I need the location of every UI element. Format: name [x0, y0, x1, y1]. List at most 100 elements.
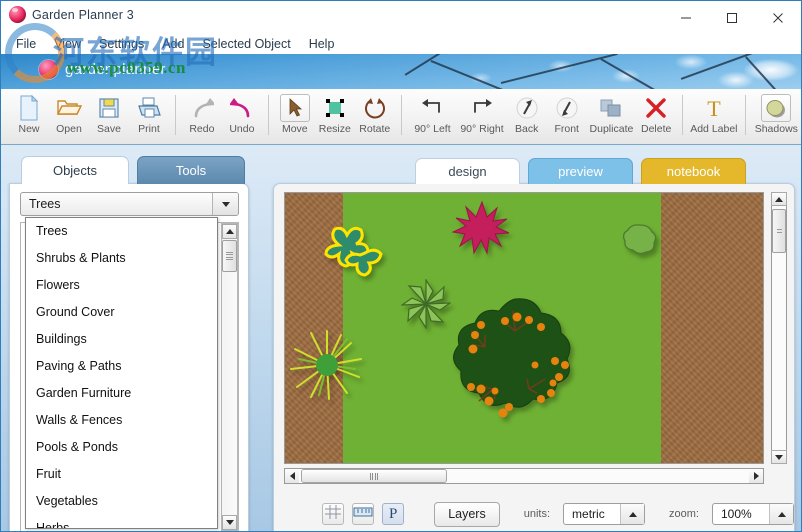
- scroll-right-arrow-icon[interactable]: [749, 469, 763, 483]
- rotate-circle-icon: [364, 94, 386, 122]
- delete-cross-icon: [645, 94, 667, 122]
- canvas-vertical-scrollbar[interactable]: [771, 192, 787, 464]
- zoom-spinner[interactable]: 100%: [712, 503, 794, 525]
- canvas-object-hosta-clump[interactable]: [321, 211, 405, 277]
- category-combobox[interactable]: Trees: [20, 192, 239, 216]
- scroll-thumb-grip[interactable]: [222, 240, 237, 272]
- toolbar-button-redo[interactable]: Redo: [182, 89, 222, 143]
- window-controls: [663, 1, 801, 34]
- layers-button[interactable]: Layers: [434, 501, 500, 527]
- blossom-branch-icon: [404, 54, 465, 76]
- dropdown-item-trees[interactable]: Trees: [26, 218, 217, 245]
- menu-item-file[interactable]: File: [7, 36, 45, 52]
- canvas-object-ornamental-grass[interactable]: [289, 329, 365, 401]
- menu-item-settings[interactable]: Settings: [90, 36, 153, 52]
- left-panel-tabs: Objects Tools: [21, 156, 245, 184]
- canvas-object-small-bush[interactable]: [623, 223, 657, 255]
- toolbar-button-duplicate[interactable]: Duplicate: [587, 89, 637, 143]
- dropdown-item-shrubs-plants[interactable]: Shrubs & Plants: [26, 245, 217, 272]
- toolbar-label: Open: [56, 123, 82, 135]
- menu-bar: File View Settings Add Selected Object H…: [1, 34, 801, 54]
- toolbar-button-resize[interactable]: Resize: [315, 89, 355, 143]
- canvas-object-star-plant[interactable]: [401, 279, 451, 329]
- toolbar-label: Save: [96, 123, 121, 135]
- garden-canvas[interactable]: [284, 192, 764, 464]
- toolbar-button-delete[interactable]: Delete: [636, 89, 676, 143]
- spinner-up-arrow-icon[interactable]: [769, 504, 793, 524]
- toolbar-button-print[interactable]: Print: [129, 89, 169, 143]
- scroll-up-arrow-icon[interactable]: [771, 192, 787, 206]
- svg-text:T: T: [707, 97, 721, 119]
- plant-list-toggle-button[interactable]: P: [382, 503, 405, 525]
- scroll-left-arrow-icon[interactable]: [285, 469, 299, 483]
- dropdown-item-ground-cover[interactable]: Ground Cover: [26, 299, 217, 326]
- menu-item-selected-object[interactable]: Selected Object: [193, 36, 299, 52]
- toolbar-button-save[interactable]: Save: [89, 89, 129, 143]
- canvas-vscroll-thumb[interactable]: [772, 209, 786, 253]
- menu-item-view[interactable]: View: [45, 36, 90, 52]
- grid-toggle-button[interactable]: [322, 503, 345, 525]
- toolbar-button-undo[interactable]: Undo: [222, 89, 262, 143]
- ruler-icon: [353, 505, 373, 524]
- scroll-down-arrow-icon[interactable]: [222, 515, 237, 530]
- canvas-horizontal-scrollbar[interactable]: [284, 468, 764, 484]
- toolbar-label: Shadows: [754, 123, 798, 135]
- dropdown-item-paving-paths[interactable]: Paving & Paths: [26, 353, 217, 380]
- tab-design[interactable]: design: [415, 158, 520, 184]
- toolbar-label: Back: [515, 123, 539, 135]
- rotate-left-icon: [421, 94, 443, 122]
- dropdown-item-walls-fences[interactable]: Walls & Fences: [26, 407, 217, 434]
- menu-item-add[interactable]: Add: [153, 36, 193, 52]
- dropdown-item-garden-furniture[interactable]: Garden Furniture: [26, 380, 217, 407]
- dropdown-item-pools-ponds[interactable]: Pools & Ponds: [26, 434, 217, 461]
- tab-notebook[interactable]: notebook: [641, 158, 746, 184]
- spinner-up-arrow-icon[interactable]: [620, 504, 645, 524]
- shadow-sphere-icon: [761, 94, 792, 122]
- plant-list-p-icon: P: [388, 505, 398, 522]
- dropdown-item-fruit[interactable]: Fruit: [26, 461, 217, 488]
- canvas-object-red-maple[interactable]: [451, 199, 513, 257]
- category-dropdown-list[interactable]: Trees Shrubs & Plants Flowers Ground Cov…: [25, 217, 218, 529]
- tab-preview[interactable]: preview: [528, 158, 633, 184]
- tab-tools[interactable]: Tools: [137, 156, 245, 184]
- toolbar-button-rotate-90-right[interactable]: 90° Right: [457, 89, 507, 143]
- duplicate-squares-icon: [599, 94, 623, 122]
- dropdown-item-flowers[interactable]: Flowers: [26, 272, 217, 299]
- grid-icon: [324, 504, 342, 525]
- toolbar-button-new[interactable]: New: [9, 89, 49, 143]
- canvas-object-fruit-tree[interactable]: [445, 295, 585, 441]
- units-spinner[interactable]: metric: [563, 503, 646, 525]
- toolbar-button-back[interactable]: Back: [507, 89, 547, 143]
- blossom-branch-icon: [680, 54, 785, 80]
- toolbar-button-rotate-90-left[interactable]: 90° Left: [408, 89, 458, 143]
- ruler-toggle-button[interactable]: [352, 503, 375, 525]
- menu-item-help[interactable]: Help: [300, 36, 344, 52]
- tab-objects[interactable]: Objects: [21, 156, 129, 184]
- toolbar-divider: [267, 95, 269, 135]
- objects-list-scrollbar[interactable]: [221, 223, 238, 531]
- toolbar-button-shadows[interactable]: Shadows: [752, 89, 801, 143]
- toolbar-label: Move: [281, 123, 308, 135]
- scroll-up-arrow-icon[interactable]: [222, 224, 237, 239]
- canvas-hscroll-thumb[interactable]: [301, 469, 447, 483]
- toolbar-button-front[interactable]: Front: [547, 89, 587, 143]
- toolbar-label: Redo: [189, 123, 215, 135]
- dropdown-item-herbs[interactable]: Herbs: [26, 515, 217, 528]
- units-label: units:: [523, 508, 551, 520]
- toolbar-button-open[interactable]: Open: [49, 89, 89, 143]
- chevron-down-icon[interactable]: [212, 193, 238, 215]
- maximize-icon[interactable]: [709, 1, 755, 34]
- scroll-down-arrow-icon[interactable]: [771, 450, 787, 464]
- toolbar-label: Add Label: [690, 123, 738, 135]
- toolbar-button-rotate[interactable]: Rotate: [355, 89, 395, 143]
- dropdown-item-vegetables[interactable]: Vegetables: [26, 488, 217, 515]
- minimize-icon[interactable]: [663, 1, 709, 34]
- toolbar-button-move[interactable]: Move: [275, 89, 315, 143]
- toolbar-label: 90° Right: [460, 123, 504, 135]
- toolbar-label: Delete: [641, 123, 672, 135]
- close-icon[interactable]: [755, 1, 801, 34]
- cursor-arrow-icon: [279, 94, 310, 122]
- toolbar-button-add-label[interactable]: T Add Label: [689, 89, 739, 143]
- toolbar-label: Rotate: [359, 123, 391, 135]
- dropdown-item-buildings[interactable]: Buildings: [26, 326, 217, 353]
